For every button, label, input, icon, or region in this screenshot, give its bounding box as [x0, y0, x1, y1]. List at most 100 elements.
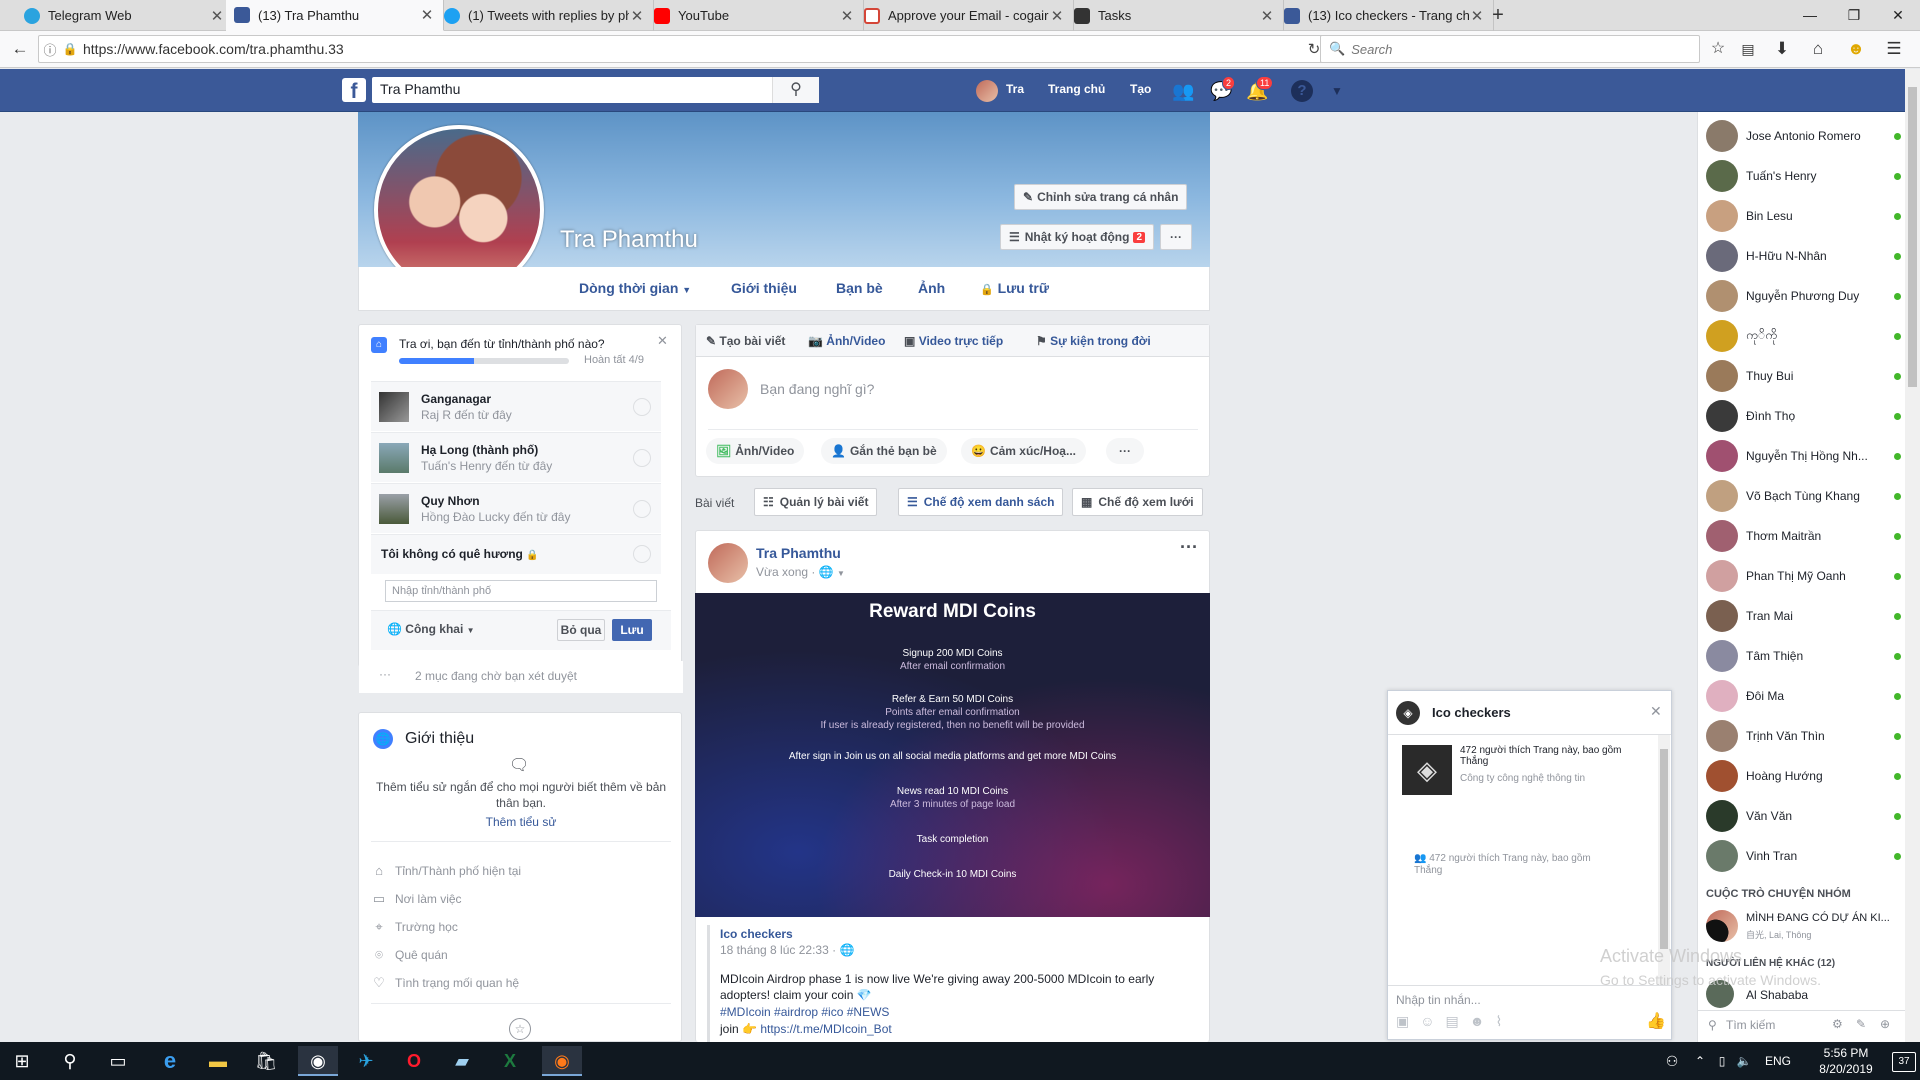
contact-item[interactable]: Thuy Bui [1706, 360, 1901, 392]
gif-icon[interactable]: ▤ [1446, 1013, 1470, 1029]
pending-items[interactable]: ··· 2 mục đang chờ bạn xét duyệt [359, 661, 683, 693]
suggestion-item[interactable]: Hạ Long (thành phố) Tuấn's Henry đến từ đ… [371, 432, 661, 482]
close-tab-icon[interactable]: ✕ [1469, 7, 1485, 25]
close-tab-icon[interactable]: ✕ [209, 7, 225, 25]
search-icon[interactable]: ⚲ [50, 1046, 90, 1076]
tag-friends-button[interactable]: 👤 Gắn thẻ bạn bè [821, 438, 947, 464]
skip-button[interactable]: Bỏ qua [557, 619, 605, 641]
tab-gmail[interactable]: Approve your Email - cogair ✕ [856, 0, 1074, 31]
activity-log-button[interactable]: ☰ Nhật ký hoạt động 2 [1000, 224, 1154, 250]
header-user-link[interactable]: Tra [1006, 82, 1024, 96]
chat-header[interactable]: ◈ Ico checkers ✕ [1388, 691, 1671, 735]
header-home-link[interactable]: Trang chủ [1048, 82, 1105, 96]
emoji-extension-icon[interactable]: ☻ [1844, 37, 1868, 61]
save-button[interactable]: Lưu [612, 619, 652, 641]
profile-more-button[interactable]: ··· [1160, 224, 1192, 250]
url-text[interactable]: https://www.facebook.com/tra.phamthu.33 [79, 41, 1301, 57]
tab-ico-checkers[interactable]: (13) Ico checkers - Trang chủ ✕ [1276, 0, 1494, 31]
composer-input[interactable]: Bạn đang nghĩ gì? [760, 381, 874, 397]
attachment-icon[interactable]: ⌇ [1496, 1013, 1514, 1029]
contact-item[interactable]: Hoàng Hướng [1706, 760, 1901, 792]
post-author[interactable]: Tra Phamthu [756, 545, 841, 561]
browser-search-input[interactable]: 🔍 Search [1320, 35, 1700, 63]
maximize-button[interactable]: ❐ [1832, 0, 1876, 31]
info-school[interactable]: ⌖ Trường học [371, 919, 457, 935]
post-hashtags[interactable]: #MDIcoin #airdrop #ico #NEWS [720, 1005, 889, 1019]
shared-time[interactable]: 18 tháng 8 lúc 22:33 · 🌐 [720, 943, 854, 957]
back-icon[interactable]: ← [8, 37, 32, 61]
post-author-avatar[interactable] [708, 543, 748, 583]
windows-start-icon[interactable]: ⊞ [2, 1046, 42, 1076]
library-icon[interactable]: ▤ [1736, 37, 1760, 61]
contact-item[interactable]: Nguyễn Thị Hồng Nh... [1706, 440, 1901, 472]
scroll-thumb[interactable] [1660, 749, 1668, 949]
suggestion-item[interactable]: Quy Nhơn Hồng Đào Lucky đến từ đây [371, 483, 661, 533]
radio-button[interactable] [633, 449, 651, 467]
chrome-icon[interactable]: ◉ [298, 1046, 338, 1076]
tab-archive[interactable]: 🔒 Lưu trữ [980, 280, 1049, 296]
contact-item[interactable]: Đôi Ma [1706, 680, 1901, 712]
post-time[interactable]: Vừa xong · 🌐 ▼ [756, 565, 845, 579]
contact-item[interactable]: Tran Mai [1706, 600, 1901, 632]
suggestion-item[interactable]: Ganganagar Raj R đến từ đây [371, 381, 661, 431]
info-relationship[interactable]: ♡ Tình trạng mối quan hệ [371, 975, 519, 991]
profile-name[interactable]: Tra Phamthu [560, 226, 698, 254]
contact-item[interactable]: Văn Văn [1706, 800, 1901, 832]
settings-gear-icon[interactable]: ⚙ [1832, 1017, 1843, 1031]
photo-icon[interactable]: ▣ [1396, 1013, 1420, 1029]
close-window-button[interactable]: ✕ [1876, 0, 1920, 31]
manage-posts-button[interactable]: ☷ Quản lý bài viết [754, 488, 878, 516]
volume-icon[interactable]: 🔈 [1734, 1046, 1754, 1076]
contact-item[interactable]: Đình Thọ [1706, 400, 1901, 432]
dismiss-icon[interactable]: ✕ [657, 333, 668, 349]
tray-chevron-icon[interactable]: ⌃ [1690, 1046, 1710, 1076]
minimize-button[interactable]: — [1788, 0, 1832, 31]
grid-view-button[interactable]: ▦ Chế độ xem lưới [1072, 488, 1203, 516]
scroll-thumb[interactable] [1908, 87, 1917, 387]
menu-icon[interactable]: ☰ [1882, 37, 1906, 61]
account-dropdown-icon[interactable]: ▼ [1326, 80, 1348, 102]
live-video-tab[interactable]: ▣ Video trực tiếp [904, 334, 1003, 348]
list-view-button[interactable]: ☰ Chế độ xem danh sách [898, 488, 1064, 516]
sidebar-search[interactable]: ⚲ Tìm kiếm ⚙ ✎ ⊕ [1698, 1010, 1905, 1040]
close-tab-icon[interactable]: ✕ [839, 7, 855, 25]
info-icon[interactable]: ⓘ [39, 40, 61, 59]
header-user-avatar[interactable] [976, 80, 998, 102]
radio-button[interactable] [633, 545, 651, 563]
message-input[interactable]: Nhập tin nhắn... [1396, 993, 1481, 1007]
tab-telegram[interactable]: Telegram Web ✕ [16, 0, 234, 31]
close-chat-icon[interactable]: ✕ [1650, 703, 1662, 720]
action-center-icon[interactable]: 37 [1892, 1052, 1916, 1072]
tab-friends[interactable]: Bạn bè [836, 280, 883, 296]
tab-timeline[interactable]: Dòng thời gian ▼ [579, 280, 691, 296]
close-tab-icon[interactable]: ✕ [1259, 7, 1275, 25]
privacy-selector[interactable]: 🌐 Công khai ▼ [387, 622, 475, 636]
store-icon[interactable]: 🛍 [246, 1046, 286, 1076]
contact-item[interactable]: Tuấn's Henry [1706, 160, 1901, 192]
edge-icon[interactable]: e [150, 1046, 190, 1076]
photo-video-button[interactable]: 🖼 Ảnh/Video [706, 438, 805, 464]
contact-item[interactable]: ကုိကို [1706, 320, 1901, 352]
shared-from-page[interactable]: Ico checkers [720, 927, 793, 941]
tab-tra-phamthu[interactable]: (13) Tra Phamthu ✕ [226, 0, 444, 31]
radio-button[interactable] [633, 500, 651, 518]
add-bio-link[interactable]: Thêm tiểu sử [371, 815, 671, 829]
new-group-icon[interactable]: ⊕ [1880, 1017, 1890, 1031]
network-icon[interactable]: ▯ [1712, 1046, 1732, 1076]
contact-item[interactable]: Võ Bạch Tùng Khang [1706, 480, 1901, 512]
page-scrollbar[interactable] [1905, 69, 1920, 1042]
excel-icon[interactable]: X [490, 1046, 530, 1076]
create-post-tab[interactable]: ✎ Tạo bài viết [706, 334, 785, 348]
header-create-link[interactable]: Tạo [1130, 82, 1151, 96]
feeling-button[interactable]: 😀 Cảm xúc/Hoạ... [961, 438, 1086, 464]
tab-photos[interactable]: Ảnh [918, 280, 945, 296]
group-chat-item[interactable]: MÌNH ĐANG CÓ DỰ ÁN KI... 自光, Lai, Thông [1706, 910, 1901, 946]
contact-item[interactable]: Phan Thị Mỹ Oanh [1706, 560, 1901, 592]
contact-item[interactable]: H-Hữu N-Nhân [1706, 240, 1901, 272]
emoji-icon[interactable]: ☻ [1470, 1013, 1496, 1029]
tab-about[interactable]: Giới thiệu [731, 280, 797, 296]
info-hometown[interactable]: ⌾ Quê quán [371, 947, 448, 963]
download-icon[interactable]: ⬇ [1770, 37, 1794, 61]
more-options-button[interactable]: ··· [1106, 438, 1144, 464]
tab-twitter[interactable]: (1) Tweets with replies by ph ✕ [436, 0, 654, 31]
